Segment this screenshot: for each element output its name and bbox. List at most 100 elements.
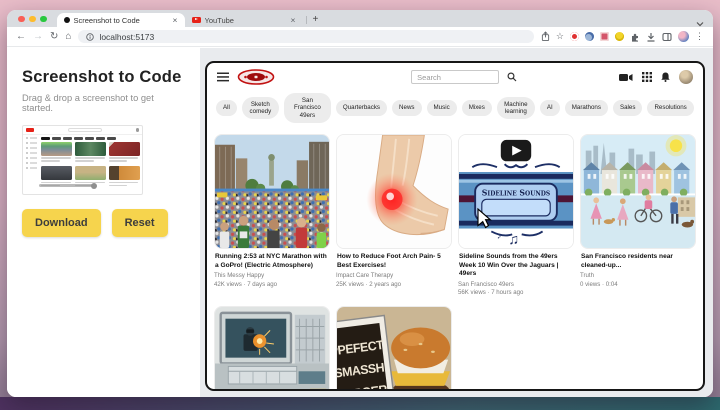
close-tab-icon[interactable]: ×	[291, 16, 296, 25]
extension-yellow-icon[interactable]	[615, 32, 624, 41]
chip-sketch-comedy[interactable]: Sketch comedy	[241, 96, 279, 120]
chip-sales[interactable]: Sales	[612, 100, 643, 116]
video-channel: This Messy Happy	[214, 272, 265, 280]
notifications-bell-icon[interactable]	[661, 72, 670, 82]
tab-youtube[interactable]: YouTube ×	[185, 13, 303, 27]
sideline-banner-text: Sideline Sounds	[482, 188, 550, 197]
traffic-lights	[18, 15, 47, 22]
sf-thumb-art	[581, 134, 695, 248]
preview-avatar	[135, 128, 139, 132]
video-card-san-francisco[interactable]: San Francisco residents near cleaned-up.…	[580, 133, 696, 298]
close-window-button[interactable]	[18, 15, 25, 22]
preview-video-scrubber	[39, 182, 97, 189]
preview-search-bar	[67, 128, 102, 132]
video-card-foot-pain[interactable]: How to Reduce Foot Arch Pain- 5 Best Exe…	[336, 133, 452, 298]
video-channel: Impact Care Therapy	[336, 272, 394, 280]
marathon-thumb-art	[215, 134, 329, 248]
browser-menu-icon[interactable]: ⋮	[695, 32, 704, 41]
create-video-icon[interactable]	[619, 73, 633, 82]
foot-thumb-art	[337, 134, 451, 248]
video-card-marathon[interactable]: Running 2:53 at NYC Marathon with a GoPr…	[214, 133, 330, 298]
tab-title: Screenshot to Code	[73, 15, 140, 25]
tab-divider	[305, 16, 307, 24]
browser-profile-avatar[interactable]	[678, 31, 689, 42]
tab-overview-chevron-icon[interactable]	[696, 14, 704, 32]
video-title: Running 2:53 at NYC Marathon with a GoPr…	[215, 252, 327, 269]
factory-thumb-art	[215, 306, 329, 389]
tab-screenshot-to-code[interactable]: Screenshot to Code ×	[56, 13, 185, 27]
downloads-icon[interactable]	[646, 32, 656, 42]
page-title: Screenshot to Code	[22, 68, 182, 86]
video-thumbnail-burger[interactable]: PPEFECT SMASSH BURGER	[336, 305, 452, 389]
chip-san-francisco-49ers[interactable]: San Francisco 49ers	[283, 93, 331, 123]
extension-rose-icon[interactable]	[600, 32, 609, 41]
video-thumbnail-san-francisco[interactable]	[580, 133, 696, 249]
desktop-wallpaper: Screenshot to Code × YouTube × + ← → ↻ ⌂	[0, 0, 720, 410]
screenshot-preview[interactable]	[22, 125, 143, 195]
chip-all[interactable]: All	[216, 100, 237, 116]
generated-youtube-ui: All Sketch comedy San Francisco 49ers Qu…	[205, 61, 705, 391]
reload-icon[interactable]: ↻	[50, 31, 58, 42]
preview-thumb-49ers	[108, 141, 140, 156]
zoom-window-button[interactable]	[40, 15, 47, 22]
search-icon[interactable]	[507, 72, 517, 82]
chip-music[interactable]: Music	[426, 100, 457, 116]
extensions-puzzle-icon[interactable]	[630, 32, 640, 42]
bookmark-star-icon[interactable]: ☆	[556, 32, 564, 41]
video-stats: 25K views · 2 years ago	[336, 280, 402, 288]
video-thumbnail-factory[interactable]	[214, 305, 330, 389]
search-input[interactable]	[411, 70, 500, 84]
video-card-burger[interactable]: PPEFECT SMASSH BURGER	[336, 305, 452, 389]
tab-title: YouTube	[204, 15, 234, 25]
preview-thumb-marathon	[41, 141, 73, 156]
chip-quarterbacks[interactable]: Quarterbacks	[335, 100, 388, 116]
youtube-favicon	[191, 16, 201, 24]
video-channel: San Francisco 49ers	[458, 280, 514, 288]
back-icon[interactable]: ←	[16, 31, 26, 42]
video-title: San Francisco residents near cleaned-up.…	[581, 252, 673, 269]
video-stats: 0 views · 0:04	[580, 280, 618, 288]
close-tab-icon[interactable]: ×	[173, 16, 178, 25]
reset-button[interactable]: Reset	[111, 209, 168, 237]
chip-resolutions[interactable]: Resolutions	[647, 100, 694, 116]
video-card-factory[interactable]	[214, 305, 330, 389]
url-text: localhost:5173	[99, 31, 155, 42]
hamburger-menu-icon[interactable]	[217, 72, 229, 82]
video-title: Sideline Sounds from the 49ers Week 10 W…	[459, 252, 559, 278]
yt-profile-avatar[interactable]	[679, 70, 693, 84]
localhost-favicon	[63, 17, 70, 23]
minimize-window-button[interactable]	[29, 15, 36, 22]
page-content: Screenshot to Code Drag & drop a screens…	[7, 48, 713, 397]
preview-thumb-outdoor	[74, 166, 107, 180]
chip-machine-learning[interactable]: Machine learning	[496, 96, 535, 120]
share-icon[interactable]	[541, 31, 550, 42]
chip-mixes[interactable]: Mixes	[461, 100, 492, 116]
yt-header-actions	[619, 70, 693, 84]
extension-blue-icon[interactable]	[585, 32, 594, 41]
video-grid: Running 2:53 at NYC Marathon with a GoPr…	[207, 131, 703, 389]
preview-chips	[41, 137, 140, 140]
address-bar[interactable]: localhost:5173	[78, 30, 534, 43]
chip-marathons[interactable]: Marathons	[564, 100, 608, 116]
video-thumbnail-sideline-sounds[interactable]: Sideline Sounds ♫ ♪	[458, 133, 574, 249]
action-buttons: Download Reset	[22, 209, 185, 237]
preview-sidebar	[23, 135, 39, 194]
video-thumbnail-marathon[interactable]	[214, 133, 330, 249]
site-info-icon[interactable]	[86, 32, 95, 41]
new-tab-button[interactable]: +	[313, 15, 319, 25]
home-icon[interactable]: ⌂	[65, 31, 71, 42]
chip-news[interactable]: News	[392, 100, 422, 116]
preview-thumb-burger	[108, 166, 140, 180]
youtube-logo[interactable]	[237, 69, 275, 85]
extension-red-icon[interactable]	[570, 32, 579, 41]
video-stats: 42K views · 7 days ago	[214, 280, 278, 288]
download-button[interactable]: Download	[22, 209, 101, 237]
chip-ai[interactable]: AI	[539, 100, 560, 116]
apps-grid-icon[interactable]	[642, 72, 652, 82]
forward-icon[interactable]: →	[33, 31, 43, 42]
tab-search-icon[interactable]	[662, 32, 672, 42]
video-card-sideline-sounds[interactable]: Sideline Sounds ♫ ♪ Sideline Sounds from…	[458, 133, 574, 298]
video-thumbnail-foot-pain[interactable]	[336, 133, 452, 249]
category-chips: All Sketch comedy San Francisco 49ers Qu…	[207, 90, 703, 131]
sideline-thumb-art: Sideline Sounds ♫ ♪	[459, 134, 573, 248]
